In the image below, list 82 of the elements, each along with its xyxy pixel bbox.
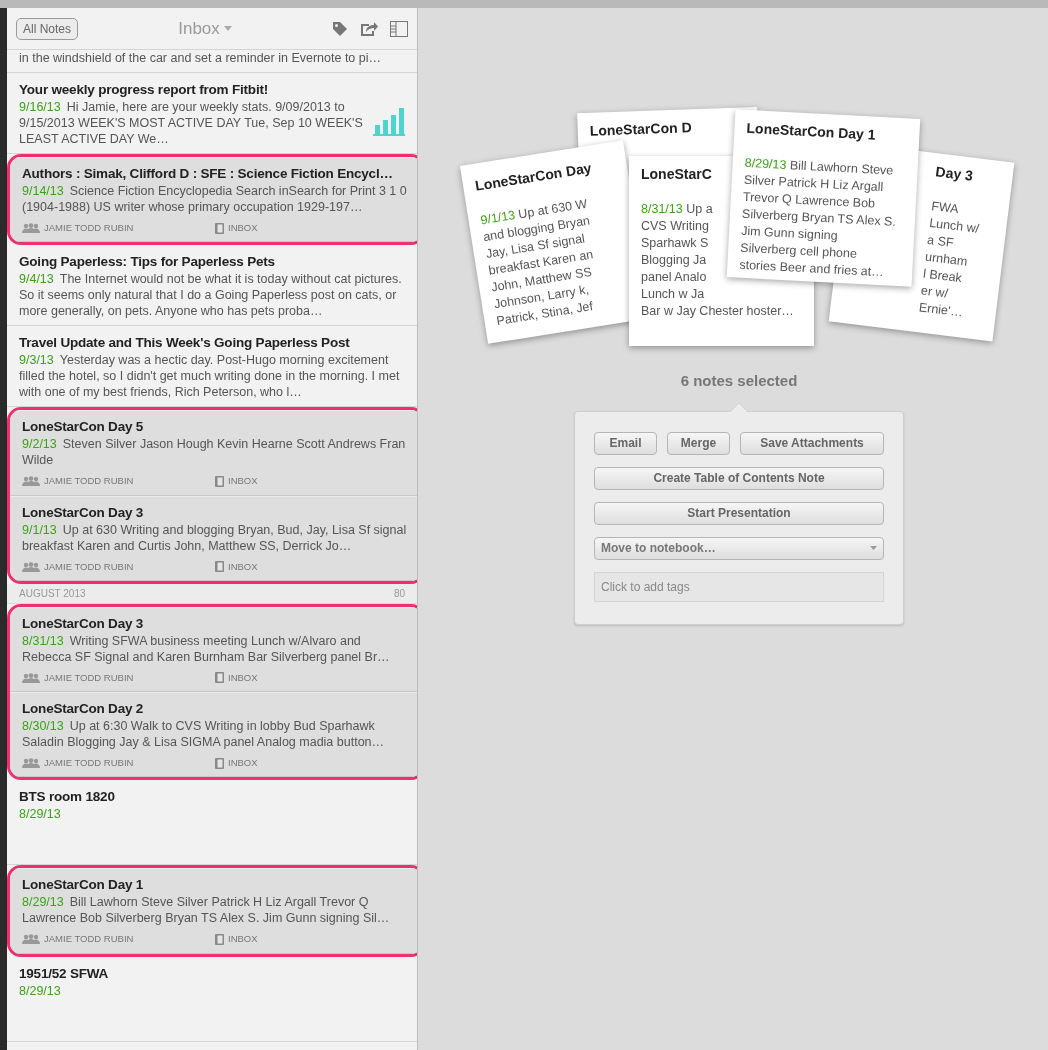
- note-title: LoneStarCon Day 3: [22, 503, 144, 522]
- note-author: JAMIE TODD RUBIN: [44, 559, 134, 574]
- note-item[interactable]: LoneStarCon Day 3 9/1/13 Up at 630 Writing and blogging Bryan, Bud, Jay, Lisa Sf signal breakfast Karen and Curtis John, Matthew SS, Derrick Jo… JAMIE TODD RUBIN INBOX: [10, 495, 417, 581]
- people-icon: [22, 934, 40, 945]
- note-author: JAMIE TODD RUBIN: [44, 474, 134, 489]
- note-title: Authors : Simak, Clifford D : SFE : Science Fiction Encycl…: [22, 165, 393, 183]
- note-snippet: 8/31/13 Writing SFWA business meeting Lunch w/Alvaro and Rebecca SF Signal and Karen Burnham Bar Silverberg panel Br…: [22, 632, 391, 665]
- caret-icon: [223, 26, 232, 31]
- note-date: 8/29/13: [19, 807, 61, 822]
- notebook-icon: [215, 672, 224, 684]
- card-line: Sparhawk S: [641, 235, 709, 252]
- notebook-icon: [215, 475, 224, 487]
- selection-count: 6 notes selected: [680, 371, 798, 391]
- notebook-icon: [215, 933, 224, 945]
- caret-icon: [870, 546, 877, 550]
- note-snippet: 9/14/13 Science Fiction Encyclopedia Search inSearch for Print 3 1 0 (1904-1988) US writer whose primary occupation 1929-197…: [22, 183, 408, 215]
- card-title: Day 3: [934, 162, 975, 186]
- people-icon: [22, 672, 40, 683]
- section-count: 80: [393, 586, 405, 601]
- notebook-select[interactable]: Move to notebook…: [594, 536, 884, 560]
- note-snippet: in the windshield of the car and set a reminder in Evernote to pi…: [19, 50, 382, 66]
- notebook-icon: [215, 757, 224, 769]
- card-line: 8/31/13 Up a: [641, 201, 713, 218]
- tags-field[interactable]: Click to add tags: [594, 571, 884, 602]
- note-snippet: 9/3/13 Yesterday was a hectic day. Post-Hugo morning excitement filled the hotel, so I didn't get much writing done in the morning. I met with one of my best friends, Rich Peterson, who l…: [19, 352, 401, 401]
- card-line: Bar w Jay Chester hoster…: [641, 303, 794, 320]
- action-button[interactable]: Merge: [667, 431, 730, 455]
- note-author: JAMIE TODD RUBIN: [44, 221, 134, 235]
- all-notes-button[interactable]: All Notes: [16, 17, 79, 40]
- note-snippet: 8/30/13 Up at 6:30 Walk to CVS Writing in lobby Bud Sparhawk Saladin Blogging Jay & Lisa SIGMA panel Analog madia button…: [22, 718, 386, 750]
- card-line: Blogging Ja: [641, 252, 707, 269]
- note-author: JAMIE TODD RUBIN: [44, 756, 134, 770]
- note-item[interactable]: LoneStarCon Day 2 8/30/13 Up at 6:30 Walk to CVS Writing in lobby Bud Sparhawk Saladin Blogging Jay & Lisa SIGMA panel Analog madia button… JAMIE TODD RUBIN INBOX: [10, 692, 417, 778]
- note-snippet: 9/16/13 Hi Jamie, here are your weekly stats. 9/09/2013 to 9/15/2013 WEEK'S MOST ACTIVE DAY Tue, Sep 10 WEEK'S LEAST ACTIVE DAY We…: [19, 99, 364, 147]
- action-button[interactable]: Email: [594, 431, 657, 455]
- card-line: panel Analo: [641, 269, 707, 286]
- action-button[interactable]: Create Table of Contents Note: [594, 466, 884, 490]
- note-item[interactable]: LoneStarCon Day 1 8/29/13 Bill Lawhorn Steve Silver Patrick H Liz Argall Trevor Q Lawrence Bob Silverberg Bryan TS Alex S. Jim Gunn signing Sil… JAMIE TODD RUBIN INBOX: [10, 868, 417, 954]
- card-title: LoneStarCon Day 1: [746, 118, 877, 145]
- note-item[interactable]: in the windshield of the car and set a reminder in Evernote to pi…: [7, 50, 417, 73]
- tag-icon[interactable]: [332, 20, 348, 37]
- card-line: Lunch w Ja: [641, 286, 705, 303]
- people-icon: [22, 561, 40, 572]
- note-notebook: INBOX: [228, 559, 258, 574]
- note-title: BTS room 1820: [19, 788, 115, 807]
- note-date: 8/29/13: [19, 983, 61, 998]
- action-button[interactable]: Save Attachments: [740, 431, 884, 455]
- note-notebook: INBOX: [228, 756, 258, 770]
- card-line: Jim Gunn signing: [740, 223, 838, 243]
- card-line: CVS Writing: [641, 218, 709, 235]
- notebook-icon: [215, 222, 224, 234]
- note-author: JAMIE TODD RUBIN: [44, 670, 134, 685]
- note-title: Travel Update and This Week's Going Paperless Post: [19, 334, 350, 353]
- notebook-icon: [215, 561, 224, 573]
- note-title: LoneStarCon Day 2: [22, 700, 144, 718]
- card-title: LoneStarCon D: [589, 118, 692, 141]
- note-author: JAMIE TODD RUBIN: [44, 932, 134, 947]
- action-button[interactable]: Start Presentation: [594, 501, 884, 525]
- note-title: LoneStarCon Day 5: [22, 418, 144, 437]
- note-snippet: 8/29/13 Bill Lawhorn Steve Silver Patrick H Liz Argall Trevor Q Lawrence Bob Silverberg Bryan TS Alex S. Jim Gunn signing Sil…: [22, 894, 391, 927]
- note-title: LoneStarCon Day 3: [22, 614, 144, 633]
- note-title: Going Paperless: Tips for Paperless Pets: [19, 253, 275, 272]
- note-notebook: INBOX: [228, 221, 258, 235]
- section-header: AUGUST 2013: [19, 586, 86, 601]
- card-title: LoneStarCon Day: [473, 158, 593, 196]
- note-title: LoneStarCon Day 1: [22, 876, 144, 895]
- note-snippet: 9/1/13 Up at 630 Writing and blogging Bryan, Bud, Jay, Lisa Sf signal breakfast Karen and Curtis John, Matthew SS, Derrick Jo…: [22, 521, 408, 554]
- card-title: LoneStarC: [641, 165, 712, 184]
- note-item[interactable]: LoneStarCon Day 3 8/31/13 Writing SFWA business meeting Lunch w/Alvaro and Rebecca SF Signal and Karen Burnham Bar Silverberg panel Br… JAMIE TODD RUBIN INBOX: [10, 606, 417, 692]
- note-title: Your weekly progress report from Fitbit!: [19, 81, 269, 99]
- note-notebook: INBOX: [228, 932, 258, 947]
- note-notebook: INBOX: [228, 474, 258, 489]
- people-icon: [22, 758, 40, 769]
- people-icon: [22, 223, 40, 234]
- note-snippet: 9/4/13 The Internet would not be what it is today without cat pictures. So it seems only natural that I do a Going Paperless post on cats, or more generally, on pets. Anyone who has pets proba…: [19, 271, 403, 320]
- list-view-icon[interactable]: [390, 20, 408, 37]
- note-item[interactable]: LoneStarCon Day 5 9/2/13 Steven Silver Jason Hough Kevin Hearne Scott Andrews Fran Wilde JAMIE TODD RUBIN INBOX: [10, 410, 417, 496]
- note-snippet: 9/2/13 Steven Silver Jason Hough Kevin Hearne Scott Andrews Fran Wilde: [22, 436, 407, 469]
- share-icon[interactable]: [360, 20, 378, 37]
- note-notebook: INBOX: [228, 670, 258, 685]
- people-icon: [22, 476, 40, 487]
- note-title: 1951/52 SFWA: [19, 964, 109, 983]
